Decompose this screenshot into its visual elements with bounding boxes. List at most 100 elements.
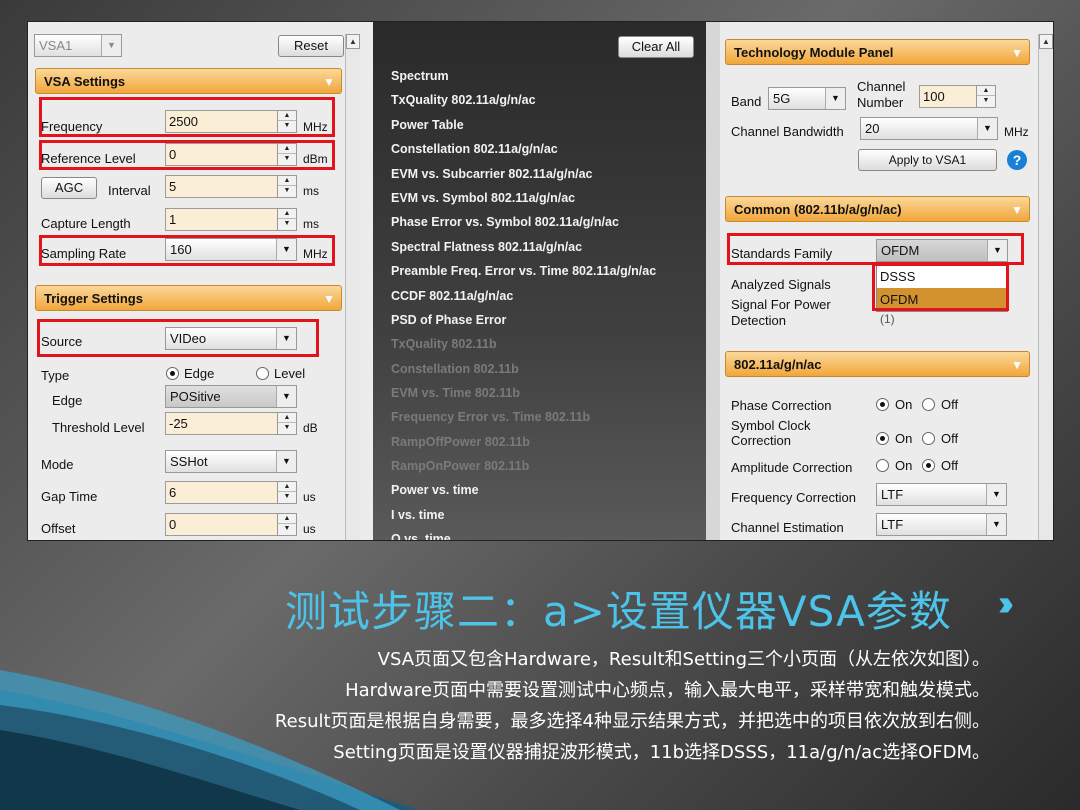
interval-unit: ms	[303, 184, 319, 198]
result-item-disabled: TxQuality 802.11b	[391, 337, 497, 351]
chevron-down-icon: ▼	[276, 386, 296, 407]
right-scrollbar[interactable]: ▲	[1038, 34, 1053, 540]
type-level-radio[interactable]	[256, 367, 269, 380]
interval-label: Interval	[108, 183, 151, 198]
frequency-correction-value: LTF	[881, 487, 904, 502]
left-scrollbar[interactable]: ▲	[345, 34, 360, 540]
amplitude-off-radio[interactable]	[922, 459, 935, 472]
result-item[interactable]: EVM vs. Symbol 802.11a/g/n/ac	[391, 191, 575, 205]
technology-module-header[interactable]: Technology Module Panel ▼	[725, 39, 1030, 65]
vsa-settings-header[interactable]: VSA Settings ▼	[35, 68, 342, 94]
mode-select[interactable]: SSHot ▼	[165, 450, 297, 473]
result-item[interactable]: PSD of Phase Error	[391, 313, 506, 327]
chevron-down-icon: ▼	[101, 35, 121, 56]
vsa-select[interactable]: VSA1 ▼	[34, 34, 122, 57]
interval-input[interactable]: 5	[165, 175, 278, 198]
band-select[interactable]: 5G ▼	[768, 87, 846, 110]
result-item-disabled: RampOffPower 802.11b	[391, 435, 530, 449]
offset-stepper[interactable]: ▲ ▼	[277, 513, 297, 536]
capture-length-stepper[interactable]: ▲ ▼	[277, 208, 297, 231]
channel-bandwidth-label: Channel Bandwidth	[731, 124, 844, 139]
hardware-panel: VSA1 ▼ Reset VSA Settings ▼ Frequency 25…	[28, 22, 373, 540]
scroll-up-icon[interactable]: ▲	[1039, 34, 1053, 49]
type-level-label: Level	[274, 366, 306, 381]
help-icon[interactable]: ?	[1007, 150, 1027, 170]
result-item[interactable]: Power Table	[391, 118, 464, 132]
offset-unit: us	[303, 522, 316, 536]
capture-length-unit: ms	[303, 217, 319, 231]
chevron-down-icon: ▼	[276, 451, 296, 472]
edge-select[interactable]: POSitive ▼	[165, 385, 297, 408]
agc-button[interactable]: AGC	[41, 177, 97, 199]
gap-time-unit: us	[303, 490, 316, 504]
result-item[interactable]: CCDF 802.11a/g/n/ac	[391, 289, 513, 303]
result-item[interactable]: Phase Error vs. Symbol 802.11a/g/n/ac	[391, 215, 619, 229]
threshold-stepper[interactable]: ▲ ▼	[277, 412, 297, 435]
slide-text-line: Hardware页面中需要设置测试中心频点，输入最大电平，采样带宽和触发模式。	[345, 680, 990, 701]
result-item-disabled: Constellation 802.11b	[391, 362, 519, 376]
amplitude-on-label: On	[895, 458, 913, 473]
trigger-settings-header[interactable]: Trigger Settings ▼	[35, 285, 342, 311]
signal-for-power-label: Signal For Power	[731, 297, 831, 312]
channel-bandwidth-select[interactable]: 20 ▼	[860, 117, 998, 140]
slide-text-line: Result页面是根据自身需要，最多选择4种显示结果方式，并把选中的项目依次放到…	[274, 711, 990, 732]
app-screenshot: VSA1 ▼ Reset VSA Settings ▼ Frequency 25…	[27, 21, 1054, 541]
detection-label: Detection	[731, 313, 786, 328]
mode-value: SSHot	[170, 454, 208, 469]
edge-label: Edge	[52, 393, 83, 408]
phase-on-label: On	[895, 397, 913, 412]
collapse-icon: ▼	[323, 292, 335, 306]
apply-to-vsa1-button[interactable]: Apply to VSA1	[858, 149, 997, 171]
offset-input[interactable]: 0	[165, 513, 278, 536]
channel-estimation-select[interactable]: LTF ▼	[876, 513, 1007, 536]
slide-text-line: VSA页面又包含Hardware，Result和Setting三个小页面（从左依…	[377, 649, 990, 670]
result-item[interactable]: Q vs. time	[391, 532, 451, 540]
chevron-down-icon: ▼	[986, 514, 1006, 535]
amplitude-on-radio[interactable]	[876, 459, 889, 472]
result-item[interactable]: Spectrum	[391, 69, 449, 83]
clear-all-button[interactable]: Clear All	[618, 36, 694, 58]
capture-length-input[interactable]: 1	[165, 208, 278, 231]
threshold-input[interactable]: -25	[165, 412, 278, 435]
gap-time-stepper[interactable]: ▲ ▼	[277, 481, 297, 504]
phase-on-radio[interactable]	[876, 398, 889, 411]
phase-off-radio[interactable]	[922, 398, 935, 411]
result-panel: Clear All Spectrum TxQuality 802.11a/g/n…	[373, 22, 706, 540]
result-item[interactable]: Power vs. time	[391, 483, 479, 497]
result-item[interactable]: Spectral Flatness 802.11a/g/n/ac	[391, 240, 582, 254]
gap-time-input[interactable]: 6	[165, 481, 278, 504]
reset-button[interactable]: Reset	[278, 35, 344, 57]
result-item[interactable]: Constellation 802.11a/g/n/ac	[391, 142, 558, 156]
result-item[interactable]: TxQuality 802.11a/g/n/ac	[391, 93, 536, 107]
frequency-correction-select[interactable]: LTF ▼	[876, 483, 1007, 506]
result-item-disabled: RampOnPower 802.11b	[391, 459, 530, 473]
double-chevron-icon: ››	[998, 582, 1014, 623]
interval-stepper[interactable]: ▲ ▼	[277, 175, 297, 198]
type-edge-label: Edge	[184, 366, 215, 381]
technology-module-title: Technology Module Panel	[734, 45, 894, 60]
result-item[interactable]: I vs. time	[391, 508, 445, 522]
phase-off-label: Off	[941, 397, 959, 412]
scroll-up-icon[interactable]: ▲	[346, 34, 360, 49]
channel-estimation-value: LTF	[881, 517, 904, 532]
vsa-settings-title: VSA Settings	[44, 74, 126, 89]
channel-number-stepper[interactable]: ▲ ▼	[976, 85, 996, 108]
amplitude-correction-label: Amplitude Correction	[731, 460, 853, 475]
phase-correction-label: Phase Correction	[731, 398, 832, 413]
channel-bandwidth-value: 20	[865, 121, 880, 136]
hidden-field-value: (1)	[880, 312, 895, 326]
result-item[interactable]: EVM vs. Subcarrier 802.11a/g/n/ac	[391, 167, 593, 181]
threshold-label: Threshold Level	[52, 420, 145, 435]
symbol-clock-off-radio[interactable]	[922, 432, 935, 445]
symbol-clock-on-radio[interactable]	[876, 432, 889, 445]
channel-number-input[interactable]: 100	[919, 85, 977, 108]
chevron-down-icon: ▼	[977, 118, 997, 139]
chevron-down-icon: ▼	[986, 484, 1006, 505]
common-header[interactable]: Common (802.11b/a/g/n/ac) ▼	[725, 196, 1030, 222]
ofdm-settings-header[interactable]: 802.11a/g/n/ac ▼	[725, 351, 1030, 377]
highlight-dropdown	[872, 263, 1009, 311]
offset-label: Offset	[41, 521, 76, 536]
type-edge-radio[interactable]	[166, 367, 179, 380]
frequency-correction-label: Frequency Correction	[731, 490, 856, 505]
result-item[interactable]: Preamble Freq. Error vs. Time 802.11a/g/…	[391, 264, 656, 278]
